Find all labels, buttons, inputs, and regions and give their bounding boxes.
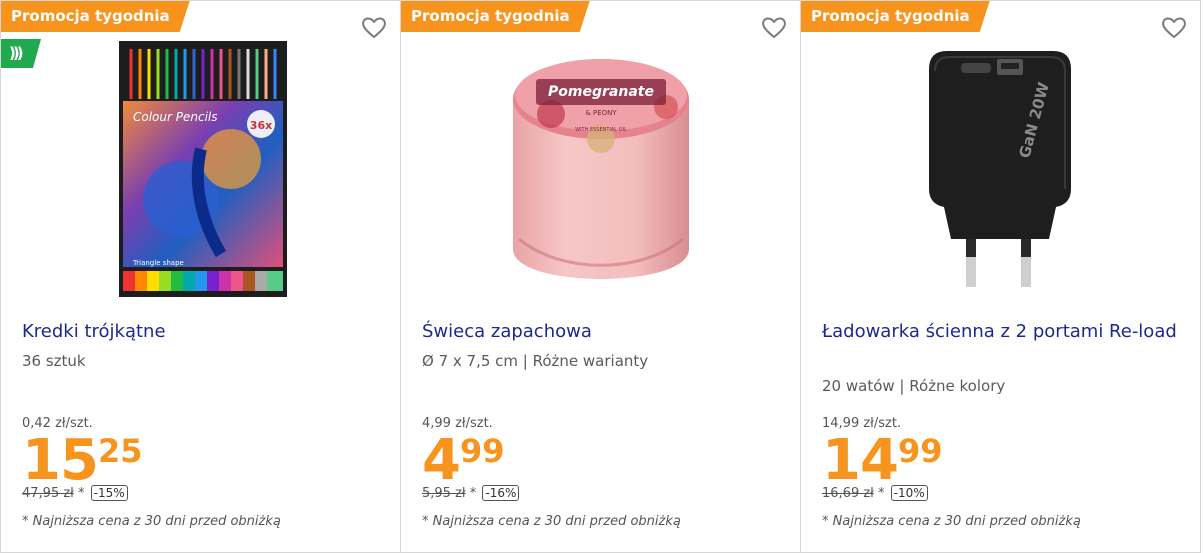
promo-badge: Promocja tygodnia (801, 1, 990, 32)
current-price: 1525 (22, 433, 142, 489)
price-decimal: 99 (897, 432, 943, 470)
discount-badge: -16% (482, 485, 520, 501)
box-brand: Colour Pencils (133, 110, 218, 124)
candle-label-main: Pomegranate (548, 84, 654, 100)
lowest-price-note: * Najniższa cena z 30 dni przed obniżką (422, 514, 681, 529)
discount-badge: -15% (90, 485, 128, 501)
price-integer: 15 (22, 428, 99, 493)
product-title[interactable]: Świeca zapachowa (422, 319, 780, 344)
product-card[interactable]: Promocja tygodnia Pomegranate & PEONY WI… (400, 0, 801, 553)
asterisk: * (878, 486, 885, 501)
wall-charger-image: GaN 20W (928, 50, 1071, 287)
price-integer: 4 (422, 428, 461, 493)
old-price-row: 5,95 zł * -16% (422, 485, 520, 501)
old-price-row: 47,95 zł * -15% (22, 485, 128, 501)
price-decimal: 25 (97, 432, 143, 470)
product-subtitle: Ø 7 x 7,5 cm | Różne warianty (422, 352, 649, 370)
product-title[interactable]: Ładowarka ścienna z 2 portami Re-load (822, 319, 1180, 344)
product-image[interactable]: Pomegranate & PEONY WITH ESSENTIAL OIL (401, 36, 800, 301)
old-price-row: 16,69 zł * -10% (822, 485, 928, 501)
current-price: 1499 (822, 433, 942, 489)
product-card[interactable]: Promocja tygodnia GaN 20W Ładowarka ście… (800, 0, 1201, 553)
promo-badge: Promocja tygodnia (1, 1, 190, 32)
old-price: 16,69 zł (822, 486, 874, 501)
box-shape: Triangle shape (132, 259, 184, 267)
discount-badge: -10% (890, 485, 928, 501)
current-price: 499 (422, 433, 505, 489)
product-subtitle: 36 sztuk (22, 352, 86, 370)
price-integer: 14 (822, 428, 899, 493)
asterisk: * (469, 486, 477, 501)
price-decimal: 99 (459, 432, 505, 470)
colour-pencils-box-image: 36x Colour Pencils Triangle shape (118, 40, 287, 297)
product-title[interactable]: Kredki trójkątne (22, 319, 380, 344)
asterisk: * (78, 486, 85, 501)
box-count: 36x (249, 119, 271, 132)
product-image[interactable]: 36x Colour Pencils Triangle shape (1, 36, 400, 301)
candle-label-sub: & PEONY (585, 109, 617, 117)
scented-candle-image: Pomegranate & PEONY WITH ESSENTIAL OIL (512, 58, 689, 279)
product-image[interactable]: GaN 20W (801, 36, 1200, 301)
candle-label-small: WITH ESSENTIAL OIL (575, 127, 627, 133)
product-card[interactable]: Promocja tygodnia ))) 36x Colour Pencils… (0, 0, 401, 553)
old-price: 5,95 zł (422, 486, 466, 501)
product-subtitle: 20 watów | Różne kolory (822, 377, 1006, 395)
lowest-price-note: * Najniższa cena z 30 dni przed obniżką (822, 514, 1081, 529)
product-grid: Promocja tygodnia ))) 36x Colour Pencils… (0, 0, 1203, 553)
old-price: 47,95 zł (22, 486, 74, 501)
lowest-price-note: * Najniższa cena z 30 dni przed obniżką (22, 514, 281, 529)
promo-badge: Promocja tygodnia (401, 1, 590, 32)
